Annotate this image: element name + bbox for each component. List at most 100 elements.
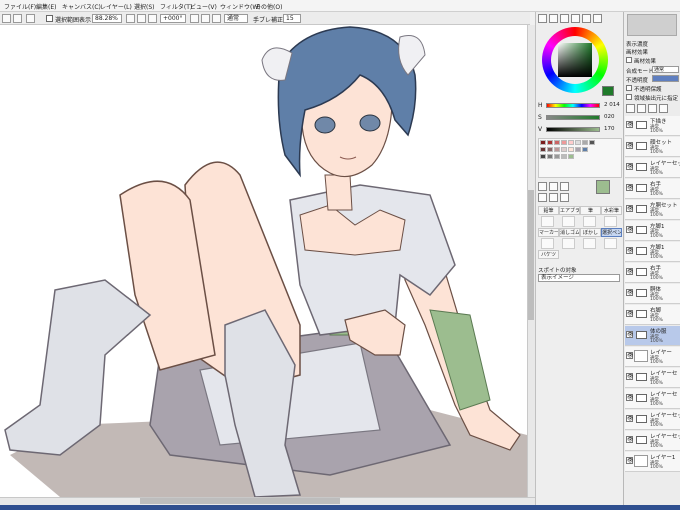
menu-canvas[interactable]: キャンバス(C) <box>62 2 101 11</box>
layer-visibility-eye-icon[interactable]: 👁 <box>626 289 633 296</box>
layer-row[interactable]: 👁 左胴セット 通常 100% <box>625 200 680 220</box>
swatch-palette[interactable] <box>538 138 622 178</box>
rotate-right-button[interactable] <box>201 14 210 23</box>
new-folder-icon[interactable] <box>637 104 646 113</box>
zoom-icon[interactable] <box>549 193 558 202</box>
swatch[interactable] <box>547 147 553 152</box>
layer-visibility-eye-icon[interactable]: 👁 <box>626 436 633 443</box>
swatch[interactable] <box>582 147 588 152</box>
layer-row[interactable]: 👁 レイヤーセ 通常 100% <box>625 368 680 388</box>
layer-visibility-eye-icon[interactable]: 👁 <box>626 394 633 401</box>
magic-wand-icon[interactable] <box>560 182 569 191</box>
saturation-value-square[interactable] <box>558 43 592 77</box>
layer-visibility-eye-icon[interactable]: 👁 <box>626 457 633 464</box>
tool-marker[interactable]: マーカー <box>538 228 559 237</box>
tool-airbrush[interactable]: エアブラシ <box>559 206 580 215</box>
swatch[interactable] <box>568 140 574 145</box>
swatch[interactable] <box>575 147 581 152</box>
show-selection-toggle-button[interactable] <box>26 14 35 23</box>
swatch[interactable] <box>589 140 595 145</box>
tool-brush-icon[interactable] <box>583 216 596 227</box>
layer-visibility-eye-icon[interactable]: 👁 <box>626 331 633 338</box>
menu-other[interactable]: その他(O) <box>255 2 282 11</box>
tool-eraser[interactable]: 消しゴム <box>559 228 580 237</box>
layer-row[interactable]: 👁 胴体 通常 100% <box>625 284 680 304</box>
zoom-reset-button[interactable] <box>148 14 157 23</box>
tool-select-pen-icon[interactable] <box>604 238 617 249</box>
blend-mode-field[interactable]: 通常 <box>224 14 248 23</box>
tool-watercolor[interactable]: 水彩筆 <box>601 206 622 215</box>
layer-row[interactable]: 👁 レイヤーセ 通常 100% <box>625 389 680 409</box>
tool-airbrush-icon[interactable] <box>562 216 575 227</box>
tool-pencil[interactable]: 鉛筆 <box>538 206 559 215</box>
eyedropper-icon[interactable] <box>560 193 569 202</box>
new-linework-layer-icon[interactable] <box>648 104 657 113</box>
eyedropper-target-select[interactable]: 表示イメージ <box>538 274 620 282</box>
tool-brush[interactable]: 筆 <box>580 206 601 215</box>
rotate-left-button[interactable] <box>190 14 199 23</box>
foreground-color-chip[interactable] <box>596 180 610 194</box>
layer-visibility-eye-icon[interactable]: 👁 <box>626 352 633 359</box>
tool-blur-icon[interactable] <box>583 238 596 249</box>
flip-button[interactable] <box>212 14 221 23</box>
layer-visibility-eye-icon[interactable]: 👁 <box>626 268 633 275</box>
swatch[interactable] <box>547 154 553 159</box>
swatch[interactable] <box>561 140 567 145</box>
swatch[interactable] <box>561 147 567 152</box>
layer-visibility-eye-icon[interactable]: 👁 <box>626 247 633 254</box>
drawing-canvas[interactable] <box>0 25 527 497</box>
tool-blur[interactable]: ぼかし <box>580 228 601 237</box>
layer-row-selected[interactable]: 👁 体の服 通常 100% <box>625 326 680 346</box>
stabilizer-field[interactable]: 15 <box>283 14 301 23</box>
layer-visibility-eye-icon[interactable]: 👁 <box>626 205 633 212</box>
saturation-slider[interactable] <box>546 115 600 120</box>
lasso-icon[interactable] <box>549 182 558 191</box>
zoom-field[interactable]: 88.28% <box>92 14 122 23</box>
canvas-vertical-scroll-thumb[interactable] <box>528 190 534 320</box>
layer-row[interactable]: 👁 レイヤーセット 通常 100% <box>625 410 680 430</box>
tool-bucket[interactable]: バケツ <box>538 250 559 259</box>
opacity-slider[interactable] <box>652 75 679 82</box>
swatch[interactable] <box>540 140 546 145</box>
layer-visibility-eye-icon[interactable]: 👁 <box>626 142 633 149</box>
zoom-in-button[interactable] <box>137 14 146 23</box>
move-icon[interactable] <box>538 193 547 202</box>
hsv-slider-mode-icon[interactable] <box>560 14 569 23</box>
swatch[interactable] <box>582 140 588 145</box>
layer-visibility-eye-icon[interactable]: 👁 <box>626 121 633 128</box>
swatch[interactable] <box>547 140 553 145</box>
menu-view[interactable]: ビュー(V) <box>190 2 217 11</box>
show-selection-checkbox[interactable] <box>46 15 53 22</box>
scratch-pad-mode-icon[interactable] <box>593 14 602 23</box>
current-color-swatch[interactable] <box>602 86 614 96</box>
color-wheel-mode-icon[interactable] <box>538 14 547 23</box>
layer-row[interactable]: 👁 レイヤー1 通常 100% <box>625 452 680 472</box>
texture-effect-checkbox[interactable] <box>626 57 632 63</box>
zoom-out-button[interactable] <box>126 14 135 23</box>
delete-layer-icon[interactable] <box>659 104 668 113</box>
swatch[interactable] <box>554 154 560 159</box>
tool-pencil-icon[interactable] <box>541 216 554 227</box>
menu-edit[interactable]: 編集(E) <box>36 2 56 11</box>
tool-select-pen[interactable]: 選択ペン <box>601 228 622 237</box>
swatch[interactable] <box>568 147 574 152</box>
swatch[interactable] <box>561 154 567 159</box>
select-rect-icon[interactable] <box>538 182 547 191</box>
hue-slider[interactable] <box>546 103 600 108</box>
invert-selection-button[interactable] <box>13 14 22 23</box>
swatch[interactable] <box>540 154 546 159</box>
tool-eraser-icon[interactable] <box>562 238 575 249</box>
select-source-checkbox[interactable] <box>626 94 632 100</box>
value-slider[interactable] <box>546 127 600 132</box>
layer-visibility-eye-icon[interactable]: 👁 <box>626 184 633 191</box>
layer-visibility-eye-icon[interactable]: 👁 <box>626 310 633 317</box>
layer-visibility-eye-icon[interactable]: 👁 <box>626 373 633 380</box>
rotation-field[interactable]: +000° <box>160 14 186 23</box>
mixer-mode-icon[interactable] <box>582 14 591 23</box>
swatch[interactable] <box>554 147 560 152</box>
rgb-slider-mode-icon[interactable] <box>549 14 558 23</box>
layer-row[interactable]: 👁 左脚1 通常 100% <box>625 242 680 262</box>
swatch-mode-icon[interactable] <box>571 14 580 23</box>
layer-visibility-eye-icon[interactable]: 👁 <box>626 226 633 233</box>
menu-select[interactable]: 選択(S) <box>134 2 155 11</box>
